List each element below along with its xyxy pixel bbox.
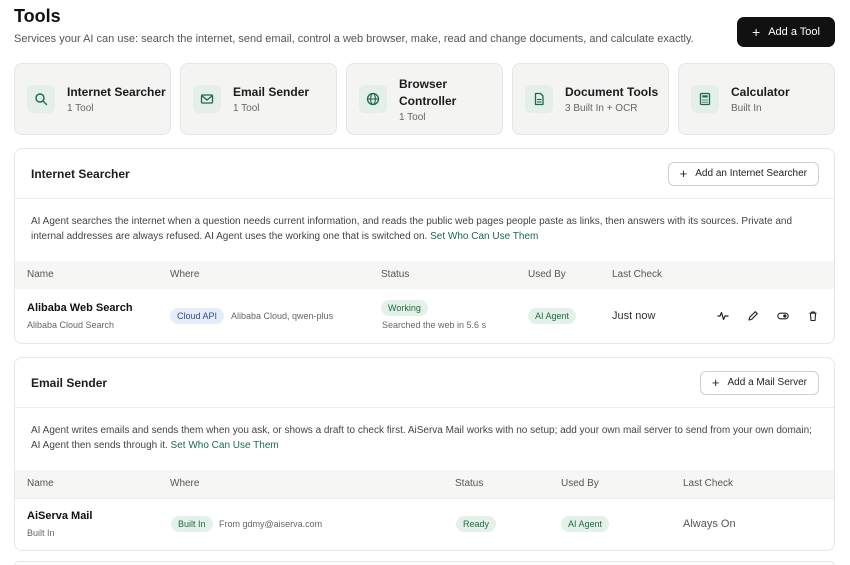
table-header: Name Where Status Used By Last Check — [15, 470, 834, 498]
set-who-can-use-link[interactable]: Set Who Can Use Them — [171, 440, 279, 451]
last-check: Just now — [612, 310, 656, 322]
where-detail: Alibaba Cloud, qwen-plus — [231, 311, 334, 321]
status-detail: Searched the web in 5.6 s — [382, 320, 487, 330]
card-count: 1 Tool — [399, 111, 426, 123]
next-panel-edge — [14, 561, 835, 565]
document-icon — [525, 85, 553, 113]
button-label: Add an Internet Searcher — [695, 168, 807, 179]
tool-name: AiServa Mail — [27, 510, 93, 522]
toggle-switch-icon[interactable] — [776, 309, 790, 323]
button-label: Add a Mail Server — [727, 377, 807, 388]
delete-trash-icon[interactable] — [806, 309, 820, 323]
description-text: AI Agent searches the internet when a qu… — [31, 216, 793, 242]
column-where: Where — [170, 478, 200, 489]
used-by-badge: AI Agent — [528, 308, 577, 324]
tool-category-cards: Internet Searcher 1 Tool Email Sender 1 … — [14, 63, 835, 135]
card-email-sender[interactable]: Email Sender 1 Tool — [180, 63, 337, 135]
card-browser-controller[interactable]: Browser Controller 1 Tool — [346, 63, 503, 135]
email-sender-panel: Email Sender + Add a Mail Server AI Agen… — [14, 357, 835, 551]
card-internet-searcher[interactable]: Internet Searcher 1 Tool — [14, 63, 171, 135]
column-used-by: Used By — [528, 269, 566, 280]
row-actions — [716, 309, 820, 323]
mail-icon — [193, 85, 221, 113]
column-used-by: Used By — [561, 478, 599, 489]
status-badge: Working — [381, 300, 428, 316]
panel-description: AI Agent writes emails and sends them wh… — [15, 408, 834, 470]
column-status: Status — [455, 478, 484, 489]
table-row[interactable]: Alibaba Web Search Alibaba Cloud Search … — [15, 289, 834, 343]
add-tool-label: Add a Tool — [768, 26, 820, 38]
panel-title: Internet Searcher — [31, 166, 130, 181]
panel-description: AI Agent searches the internet when a qu… — [15, 199, 834, 261]
description-text: AI Agent writes emails and sends them wh… — [31, 425, 812, 451]
table-row[interactable]: AiServa Mail Built In Built In From gdmy… — [15, 498, 834, 550]
page-subtitle: Services your AI can use: search the int… — [14, 33, 694, 45]
card-count: 3 Built In + OCR — [565, 103, 638, 114]
column-last-check: Last Check — [612, 269, 663, 280]
card-name: Email Sender — [233, 85, 310, 99]
page-title: Tools — [14, 6, 61, 26]
card-count: Built In — [731, 103, 762, 114]
last-check: Always On — [683, 518, 736, 530]
test-pulse-icon[interactable] — [716, 309, 730, 323]
where-badge: Cloud API — [170, 308, 225, 324]
add-internet-searcher-button[interactable]: + Add an Internet Searcher — [667, 161, 819, 186]
plus-icon: + — [752, 24, 761, 40]
where-detail: From gdmy@aiserva.com — [219, 519, 323, 529]
where-badge: Built In — [171, 516, 213, 532]
internet-searcher-panel: Internet Searcher + Add an Internet Sear… — [14, 148, 835, 344]
card-name: Browser Controller — [399, 76, 457, 108]
card-name: Internet Searcher — [67, 85, 166, 99]
card-count: 1 Tool — [67, 103, 94, 114]
status-badge: Ready — [456, 516, 497, 532]
add-tool-button[interactable]: + Add a Tool — [737, 17, 835, 47]
plus-icon: + — [711, 375, 720, 390]
column-name: Name — [27, 269, 54, 280]
column-where: Where — [170, 269, 200, 280]
tool-provider: Alibaba Cloud Search — [27, 320, 115, 330]
column-name: Name — [27, 478, 54, 489]
plus-icon: + — [679, 166, 688, 181]
card-calculator[interactable]: Calculator Built In — [678, 63, 835, 135]
edit-pencil-icon[interactable] — [746, 309, 760, 323]
column-last-check: Last Check — [683, 478, 734, 489]
panel-title: Email Sender — [31, 375, 108, 390]
card-name: Calculator — [731, 85, 790, 99]
set-who-can-use-link[interactable]: Set Who Can Use Them — [430, 231, 538, 242]
globe-icon — [359, 85, 387, 113]
card-name: Document Tools — [565, 85, 659, 99]
column-status: Status — [381, 269, 410, 280]
add-mail-server-button[interactable]: + Add a Mail Server — [699, 370, 819, 395]
used-by-badge: AI Agent — [561, 516, 610, 532]
card-document-tools[interactable]: Document Tools 3 Built In + OCR — [512, 63, 669, 135]
card-count: 1 Tool — [233, 103, 260, 114]
table-header: Name Where Status Used By Last Check — [15, 261, 834, 289]
calculator-icon — [691, 85, 719, 113]
tool-provider: Built In — [27, 528, 55, 538]
tool-name: Alibaba Web Search — [27, 302, 133, 314]
search-icon — [27, 85, 55, 113]
